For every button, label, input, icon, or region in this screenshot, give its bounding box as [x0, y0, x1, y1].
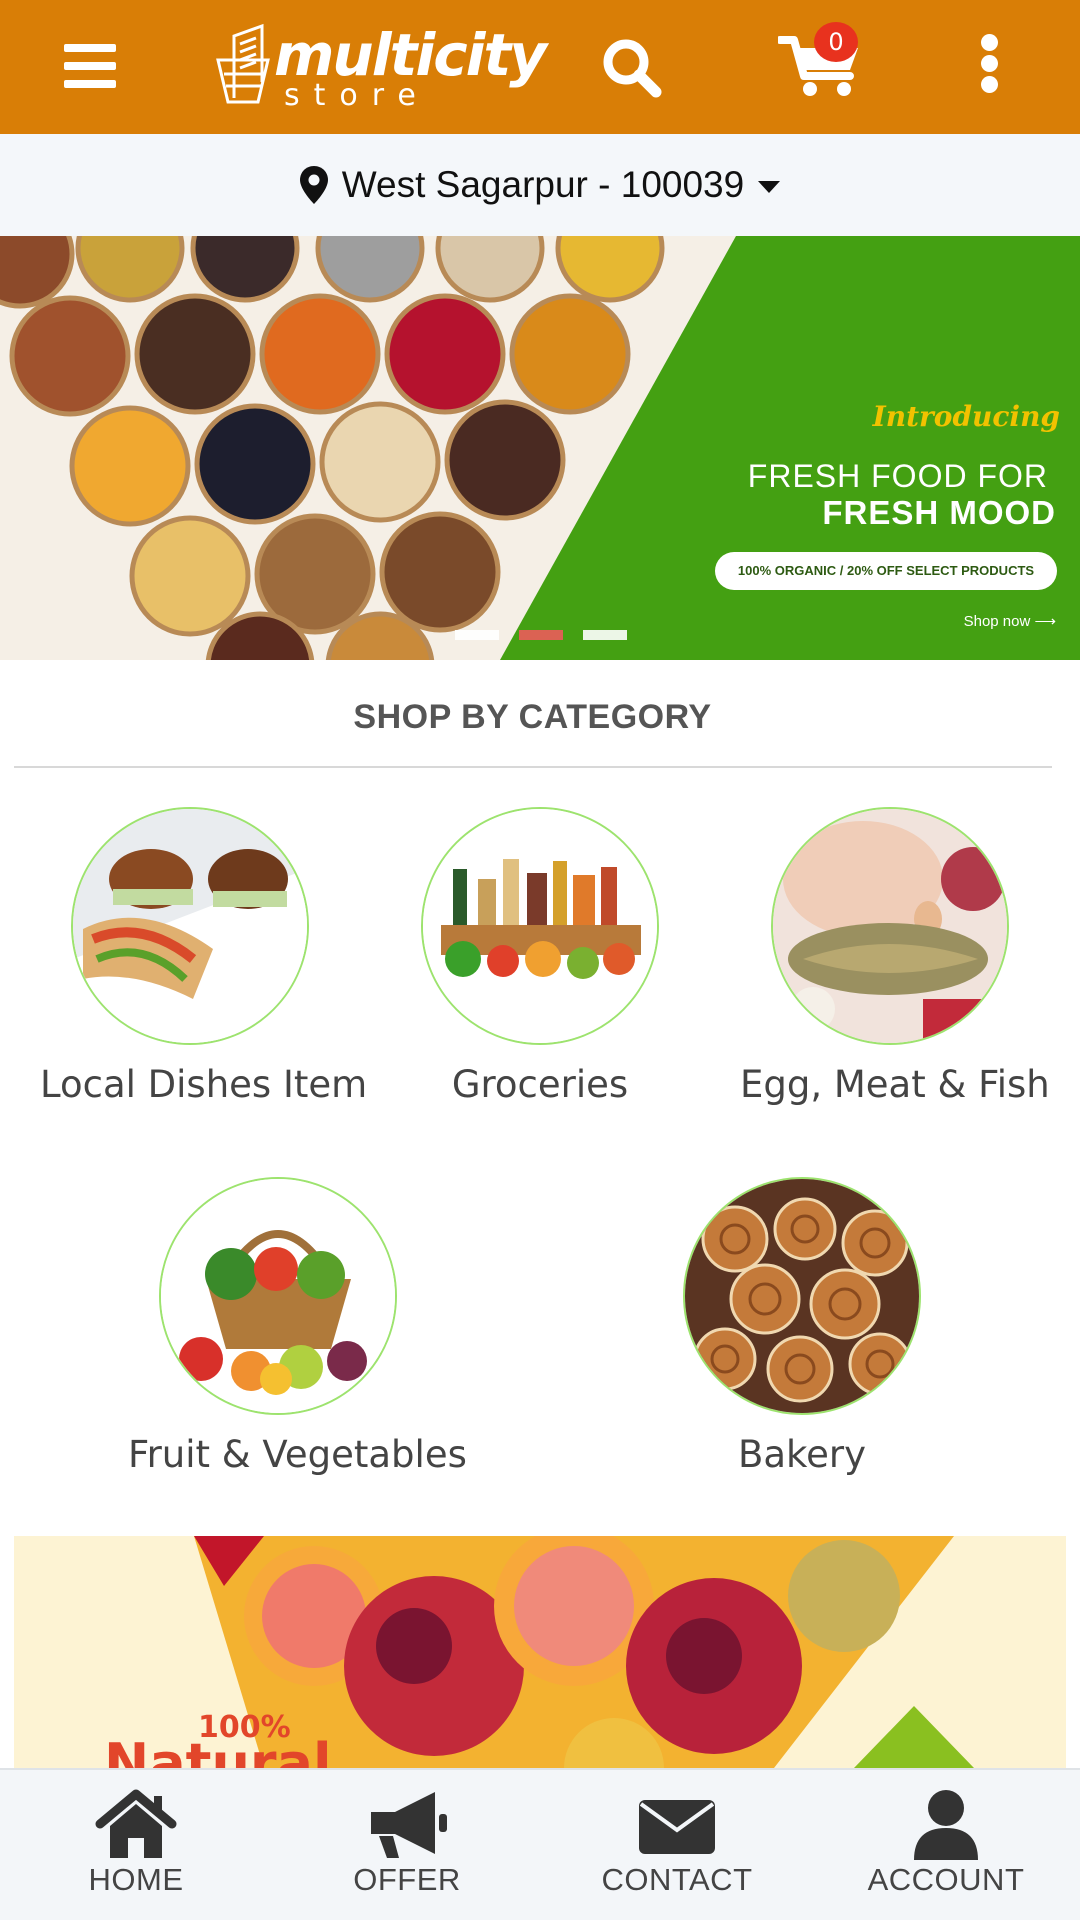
nav-contact[interactable]: CONTACT: [567, 1788, 787, 1898]
brand-logo[interactable]: multicity store: [214, 20, 547, 113]
category-groceries[interactable]: Groceries: [390, 807, 690, 1106]
top-app-bar: multicity store 0: [0, 0, 1080, 134]
megaphone-icon: [371, 1792, 447, 1858]
hero-banner[interactable]: Introducing FRESH FOOD FOR FRESH MOOD 10…: [0, 236, 1080, 660]
section-divider: [14, 766, 1052, 768]
category-label: Egg, Meat & Fish: [740, 1063, 1050, 1106]
category-image: [683, 1177, 921, 1415]
building-icon: [216, 23, 270, 104]
category-label: Local Dishes Item: [40, 1063, 368, 1106]
nav-label: CONTACT: [601, 1862, 753, 1897]
nav-offer[interactable]: OFFER: [297, 1788, 517, 1898]
carousel-dots: [455, 630, 647, 640]
category-image: [421, 807, 659, 1045]
category-egg-meat-fish[interactable]: Egg, Meat & Fish: [740, 807, 1050, 1106]
shop-now-label: Shop now: [963, 613, 1031, 630]
carousel-dot[interactable]: [455, 630, 499, 640]
menu-icon[interactable]: [64, 44, 116, 88]
user-icon: [914, 1790, 978, 1860]
bottom-navigation: HOME OFFER CONTACT ACCOUNT: [0, 1768, 1080, 1920]
category-label: Groceries: [451, 1063, 629, 1106]
category-label: Fruit & Vegetables: [128, 1433, 467, 1476]
hero-headline-1: FRESH FOOD FOR: [747, 458, 1048, 494]
hero-offer-pill: 100% ORGANIC / 20% OFF SELECT PRODUCTS: [715, 552, 1057, 590]
section-title: SHOP BY CATEGORY: [353, 698, 712, 736]
nav-label: OFFER: [353, 1862, 461, 1897]
hero-intro-text: Introducing: [872, 400, 1060, 433]
hero-headline-2: FRESH MOOD: [822, 494, 1056, 531]
envelope-icon: [639, 1800, 715, 1854]
promo-word: Natural: [104, 1732, 332, 1768]
location-text: West Sagarpur - 100039: [341, 164, 745, 205]
home-icon: [95, 1789, 177, 1858]
category-image: [771, 807, 1009, 1045]
nav-account[interactable]: ACCOUNT: [836, 1788, 1056, 1898]
carousel-dot[interactable]: [583, 630, 627, 640]
nav-label: HOME: [88, 1862, 184, 1897]
brand-subtitle: store: [284, 78, 430, 113]
caret-down-icon: [758, 181, 781, 193]
category-label: Bakery: [737, 1433, 867, 1476]
category-image: [71, 807, 309, 1045]
nav-label: ACCOUNT: [867, 1862, 1025, 1897]
hero-green-panel: [500, 236, 1080, 660]
category-image: [159, 1177, 397, 1415]
shop-now-link[interactable]: Shop now ⟶: [964, 612, 1056, 630]
nav-home[interactable]: HOME: [26, 1788, 246, 1898]
cart-count-badge: 0: [814, 22, 858, 62]
promo-banner[interactable]: 100% Natural: [14, 1536, 1066, 1768]
brand-name: multicity: [274, 21, 547, 89]
more-options-icon[interactable]: [978, 34, 1002, 94]
location-selector[interactable]: West Sagarpur - 100039: [0, 134, 1080, 236]
category-bakery[interactable]: Bakery: [652, 1177, 952, 1476]
category-local-dishes[interactable]: Local Dishes Item: [40, 807, 368, 1106]
search-icon[interactable]: [600, 36, 664, 100]
carousel-dot-active[interactable]: [519, 630, 563, 640]
category-fruit-vegetables[interactable]: Fruit & Vegetables: [128, 1177, 467, 1476]
map-pin-icon: [299, 166, 328, 204]
